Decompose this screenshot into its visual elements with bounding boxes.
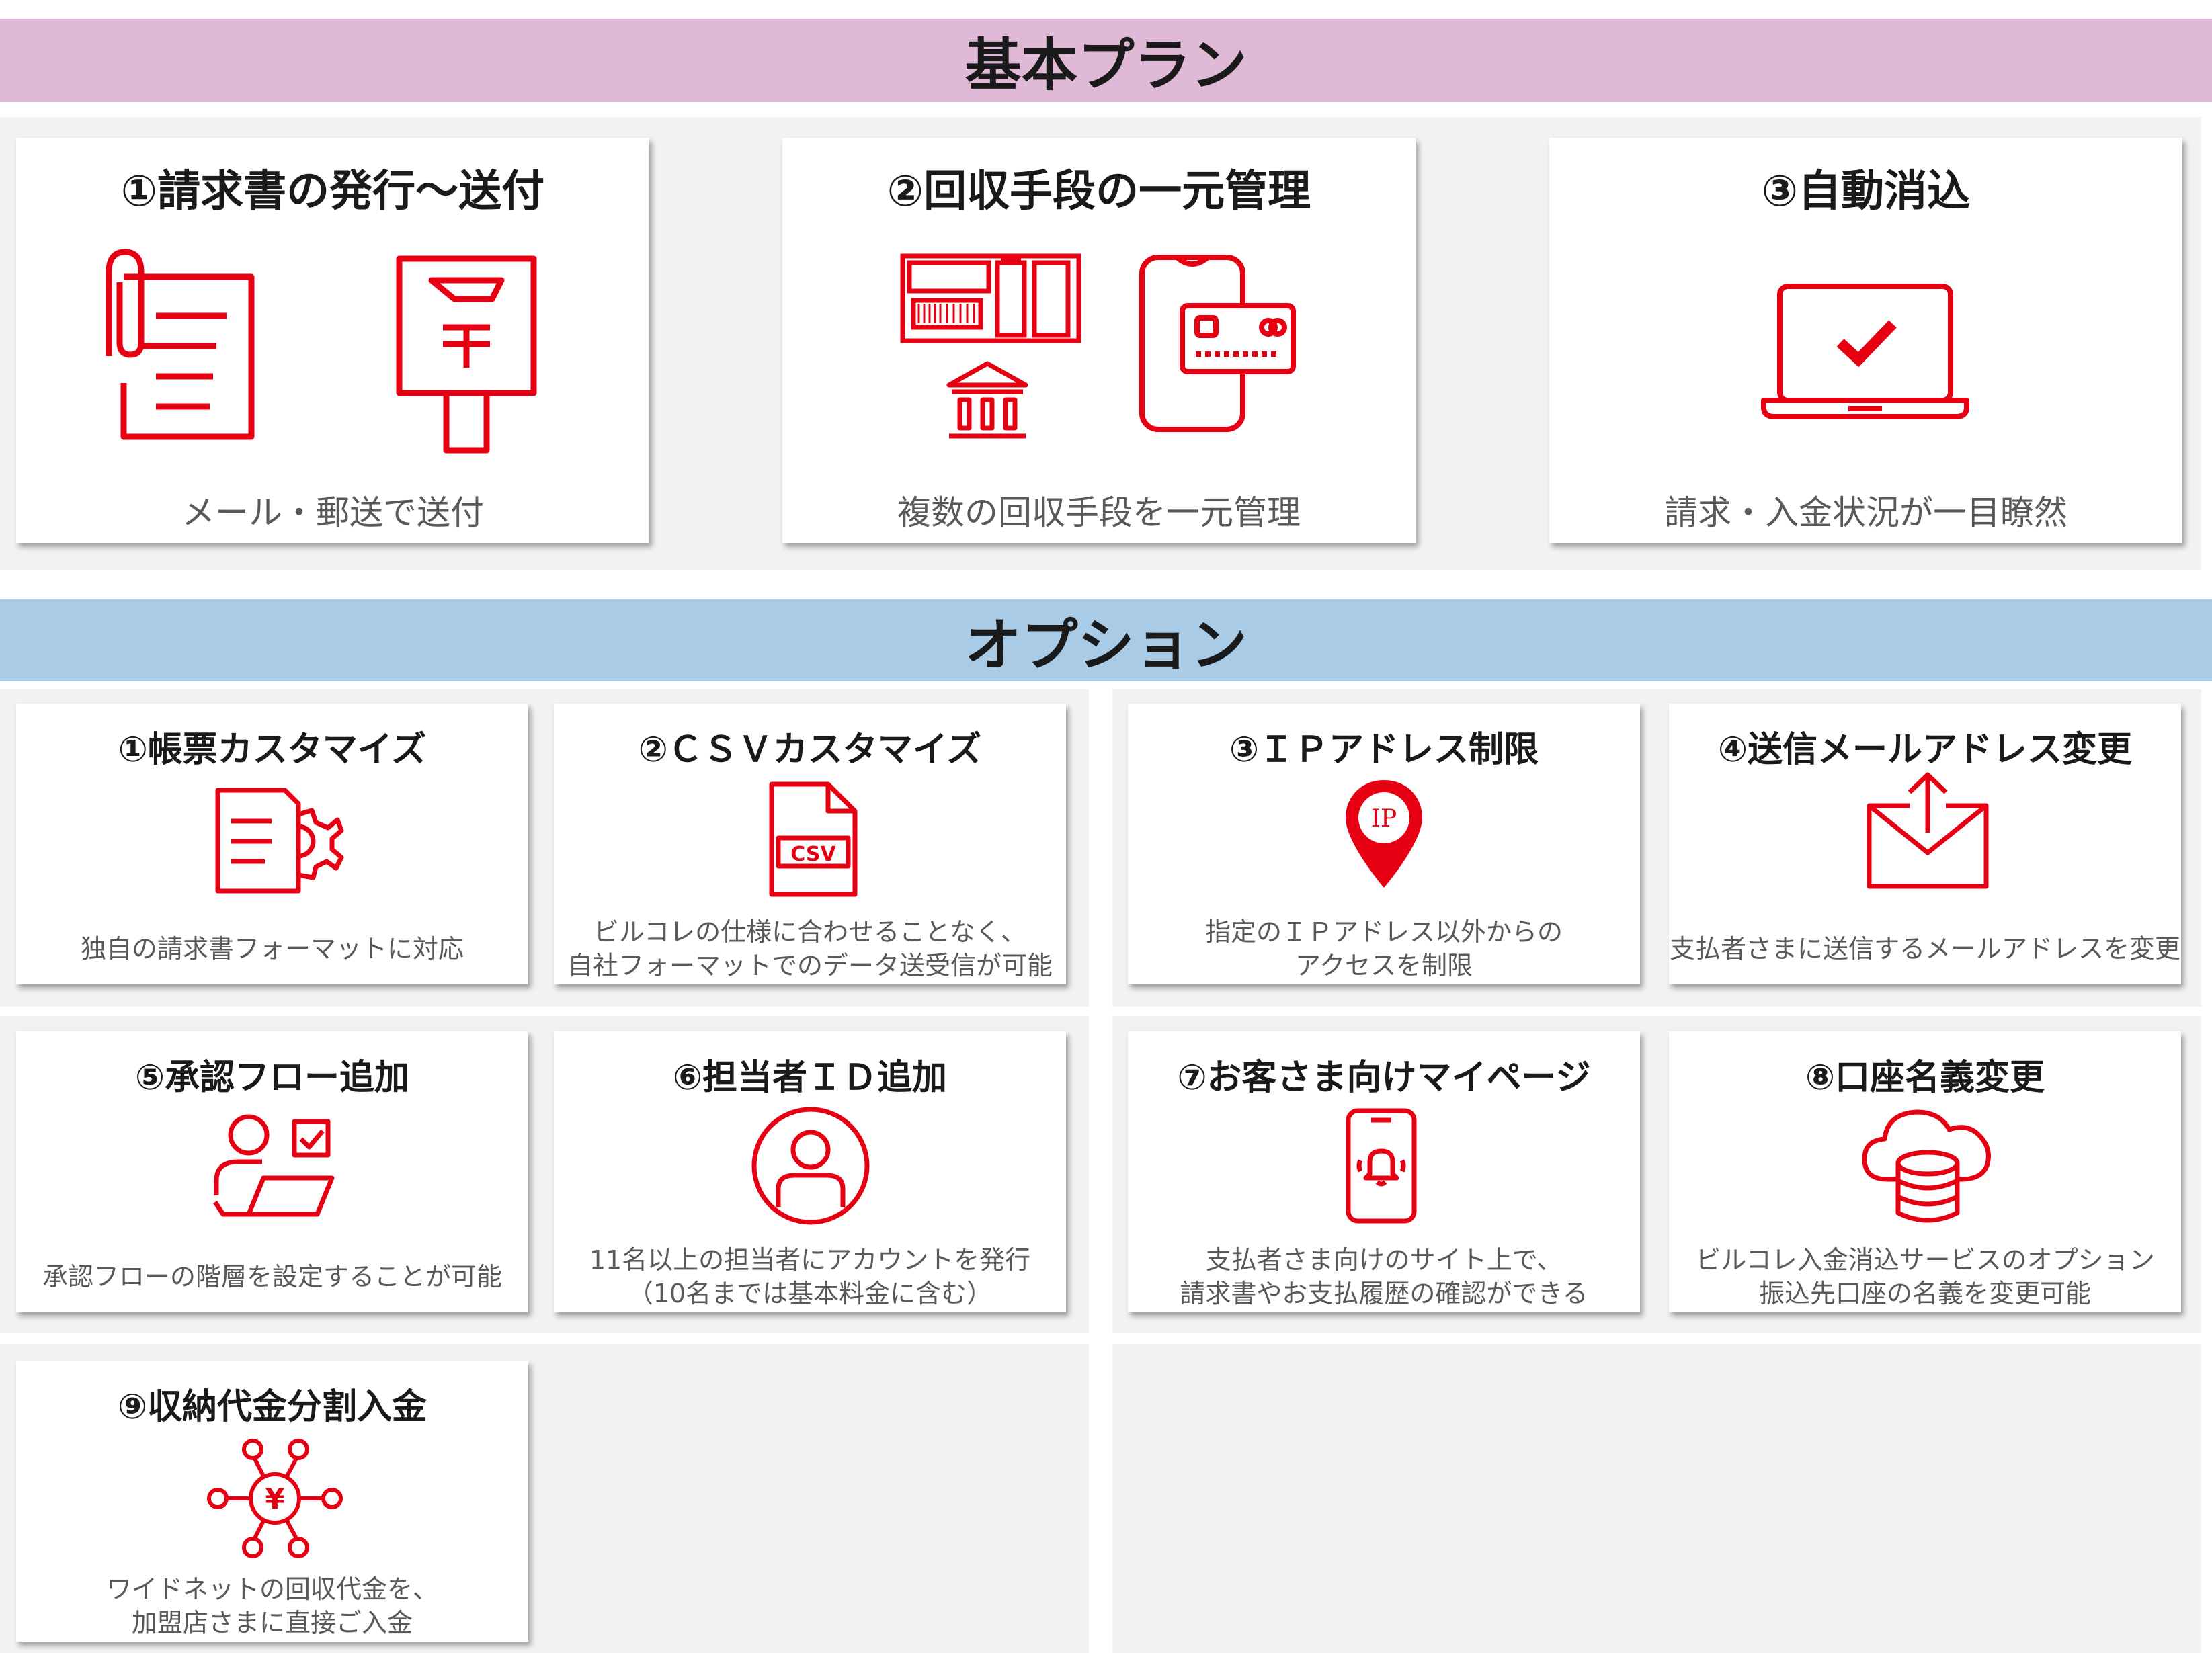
basic-plan-header: 基本プラン [0,19,2212,102]
option-card-sender-mail: ④送信メールアドレス変更 支払者さまに送信するメールアドレスを変更 [1669,704,2181,984]
card-title: ①請求書の発行～送付 [120,167,545,216]
card-title: ⑧口座名義変更 [1805,1058,2045,1098]
basic-card-invoice-issue: ①請求書の発行～送付 メール・郵送で送付 [16,138,649,543]
card-title: ⑨収納代金分割入金 [117,1387,427,1427]
desc-line: 自社フォーマットでのデータ送受信が可能 [567,951,1053,980]
basic-card-auto-reconcile: ③自動消込 請求・入金状況が一目瞭然 [1549,138,2182,543]
options-header: オプション [0,599,2212,681]
desc-line: ビルコレ入金消込サービスのオプション [1695,1245,2155,1275]
option-card-csv-customize: ②ＣＳＶカスタマイズ CSV ビルコレの仕様に合わせることなく、 自社フォーマッ… [554,704,1066,984]
bank-icon [944,359,1031,443]
csv-file-icon: CSV [766,779,860,900]
card-description: 請求・入金状況が一目瞭然 [1664,493,2067,532]
card-title: ③自動消込 [1761,167,1971,216]
option-card-account-holder: ⑧口座名義変更 ビルコレ入金消込サービスのオプション 振込先口座の名義を変更可能 [1669,1031,2181,1312]
desc-line: 支払者さまに送信するメールアドレスを変更 [1669,934,2180,964]
user-laptop-approval-icon [210,1113,337,1228]
desc-line: 請求書やお支払履歴の確認ができる [1180,1279,1588,1308]
document-gear-icon [204,788,342,895]
yen-network-icon: ¥ [204,1435,345,1562]
options-panel-right-3 [1112,1344,2201,1653]
card-description: 独自の請求書フォーマットに対応 [16,932,528,966]
desc-line: 加盟店さまに直接ご入金 [131,1608,413,1638]
card-description: 11名以上の担当者にアカウントを発行 （10名までは基本料金に含む） [554,1243,1066,1310]
postbox-icon [393,253,540,455]
option-card-ip-restrict: ③ＩＰアドレス制限 IP 指定のＩＰアドレス以外からの アクセスを制限 [1128,704,1640,984]
card-title: ①帳票カスタマイズ [118,730,427,770]
card-title: ②回収手段の一元管理 [887,167,1311,216]
card-title: ④送信メールアドレス変更 [1717,730,2133,770]
mail-send-icon [1864,771,1992,892]
card-description: ビルコレ入金消込サービスのオプション 振込先口座の名義を変更可能 [1669,1243,2181,1310]
cloud-database-icon [1860,1105,1995,1226]
laptop-check-icon [1761,282,1969,423]
option-card-approval-flow: ⑤承認フロー追加 承認フローの階層を設定することが可能 [16,1031,528,1312]
desc-line: （10名までは基本料金に含む） [627,1279,993,1308]
desc-line: アクセスを制限 [1295,951,1473,980]
smartphone-card-icon [1135,253,1303,435]
smartphone-bell-icon [1344,1107,1418,1225]
desc-line: 指定のＩＰアドレス以外からの [1204,917,1563,947]
desc-line: 振込先口座の名義を変更可能 [1758,1279,2091,1308]
ip-label: IP [1371,805,1397,833]
yen-symbol: ¥ [265,1482,284,1515]
option-card-split-payment: ⑨収納代金分割入金 ¥ ワイドネットの回収代金を、 加盟店さまに直接ご入金 [16,1361,528,1642]
desc-line: 支払者さま向けのサイト上で、 [1205,1245,1563,1275]
card-title: ②ＣＳＶカスタマイズ [638,730,982,770]
option-card-form-customize: ①帳票カスタマイズ 独自の請求書フォーマットに対応 [16,704,528,984]
card-description: 複数の回収手段を一元管理 [897,493,1301,532]
ip-location-pin-icon: IP [1346,780,1422,888]
option-card-staff-id: ⑥担当者ＩＤ追加 11名以上の担当者にアカウントを発行 （10名までは基本料金に… [554,1031,1066,1312]
card-description: 承認フローの階層を設定することが可能 [16,1260,528,1294]
card-description: ワイドネットの回収代金を、 加盟店さまに直接ご入金 [16,1572,528,1640]
card-title: ③ＩＰアドレス制限 [1229,730,1539,770]
card-description: ビルコレの仕様に合わせることなく、 自社フォーマットでのデータ送受信が可能 [554,915,1066,982]
desc-line: ビルコレの仕様に合わせることなく、 [593,917,1027,947]
desc-line: 承認フローの階層を設定することが可能 [42,1262,502,1291]
csv-label: CSV [790,843,836,866]
card-description: 支払者さま向けのサイト上で、 請求書やお支払履歴の確認ができる [1128,1243,1640,1310]
desc-line: 11名以上の担当者にアカウントを発行 [589,1245,1031,1275]
paperclip-document-icon [82,242,284,464]
card-title: ⑤承認フロー追加 [134,1058,410,1098]
desc-line: ワイドネットの回収代金を、 [106,1574,438,1604]
payment-slip-icon [900,253,1081,344]
card-description: 指定のＩＰアドレス以外からの アクセスを制限 [1128,915,1640,982]
basic-card-collection-methods: ②回収手段の一元管理 複数の回収手段を一元管理 [782,138,1416,543]
card-description: メール・郵送で送付 [181,493,484,532]
card-title: ⑦お客さま向けマイページ [1177,1058,1591,1098]
option-card-customer-mypage: ⑦お客さま向けマイページ 支払者さま向けのサイト上で、 請求書やお支払履歴の確認… [1128,1031,1640,1312]
card-description: 支払者さまに送信するメールアドレスを変更 [1669,932,2181,966]
desc-line: 独自の請求書フォーマットに対応 [80,934,464,964]
card-title: ⑥担当者ＩＤ追加 [672,1058,948,1098]
user-circle-icon [750,1105,871,1226]
